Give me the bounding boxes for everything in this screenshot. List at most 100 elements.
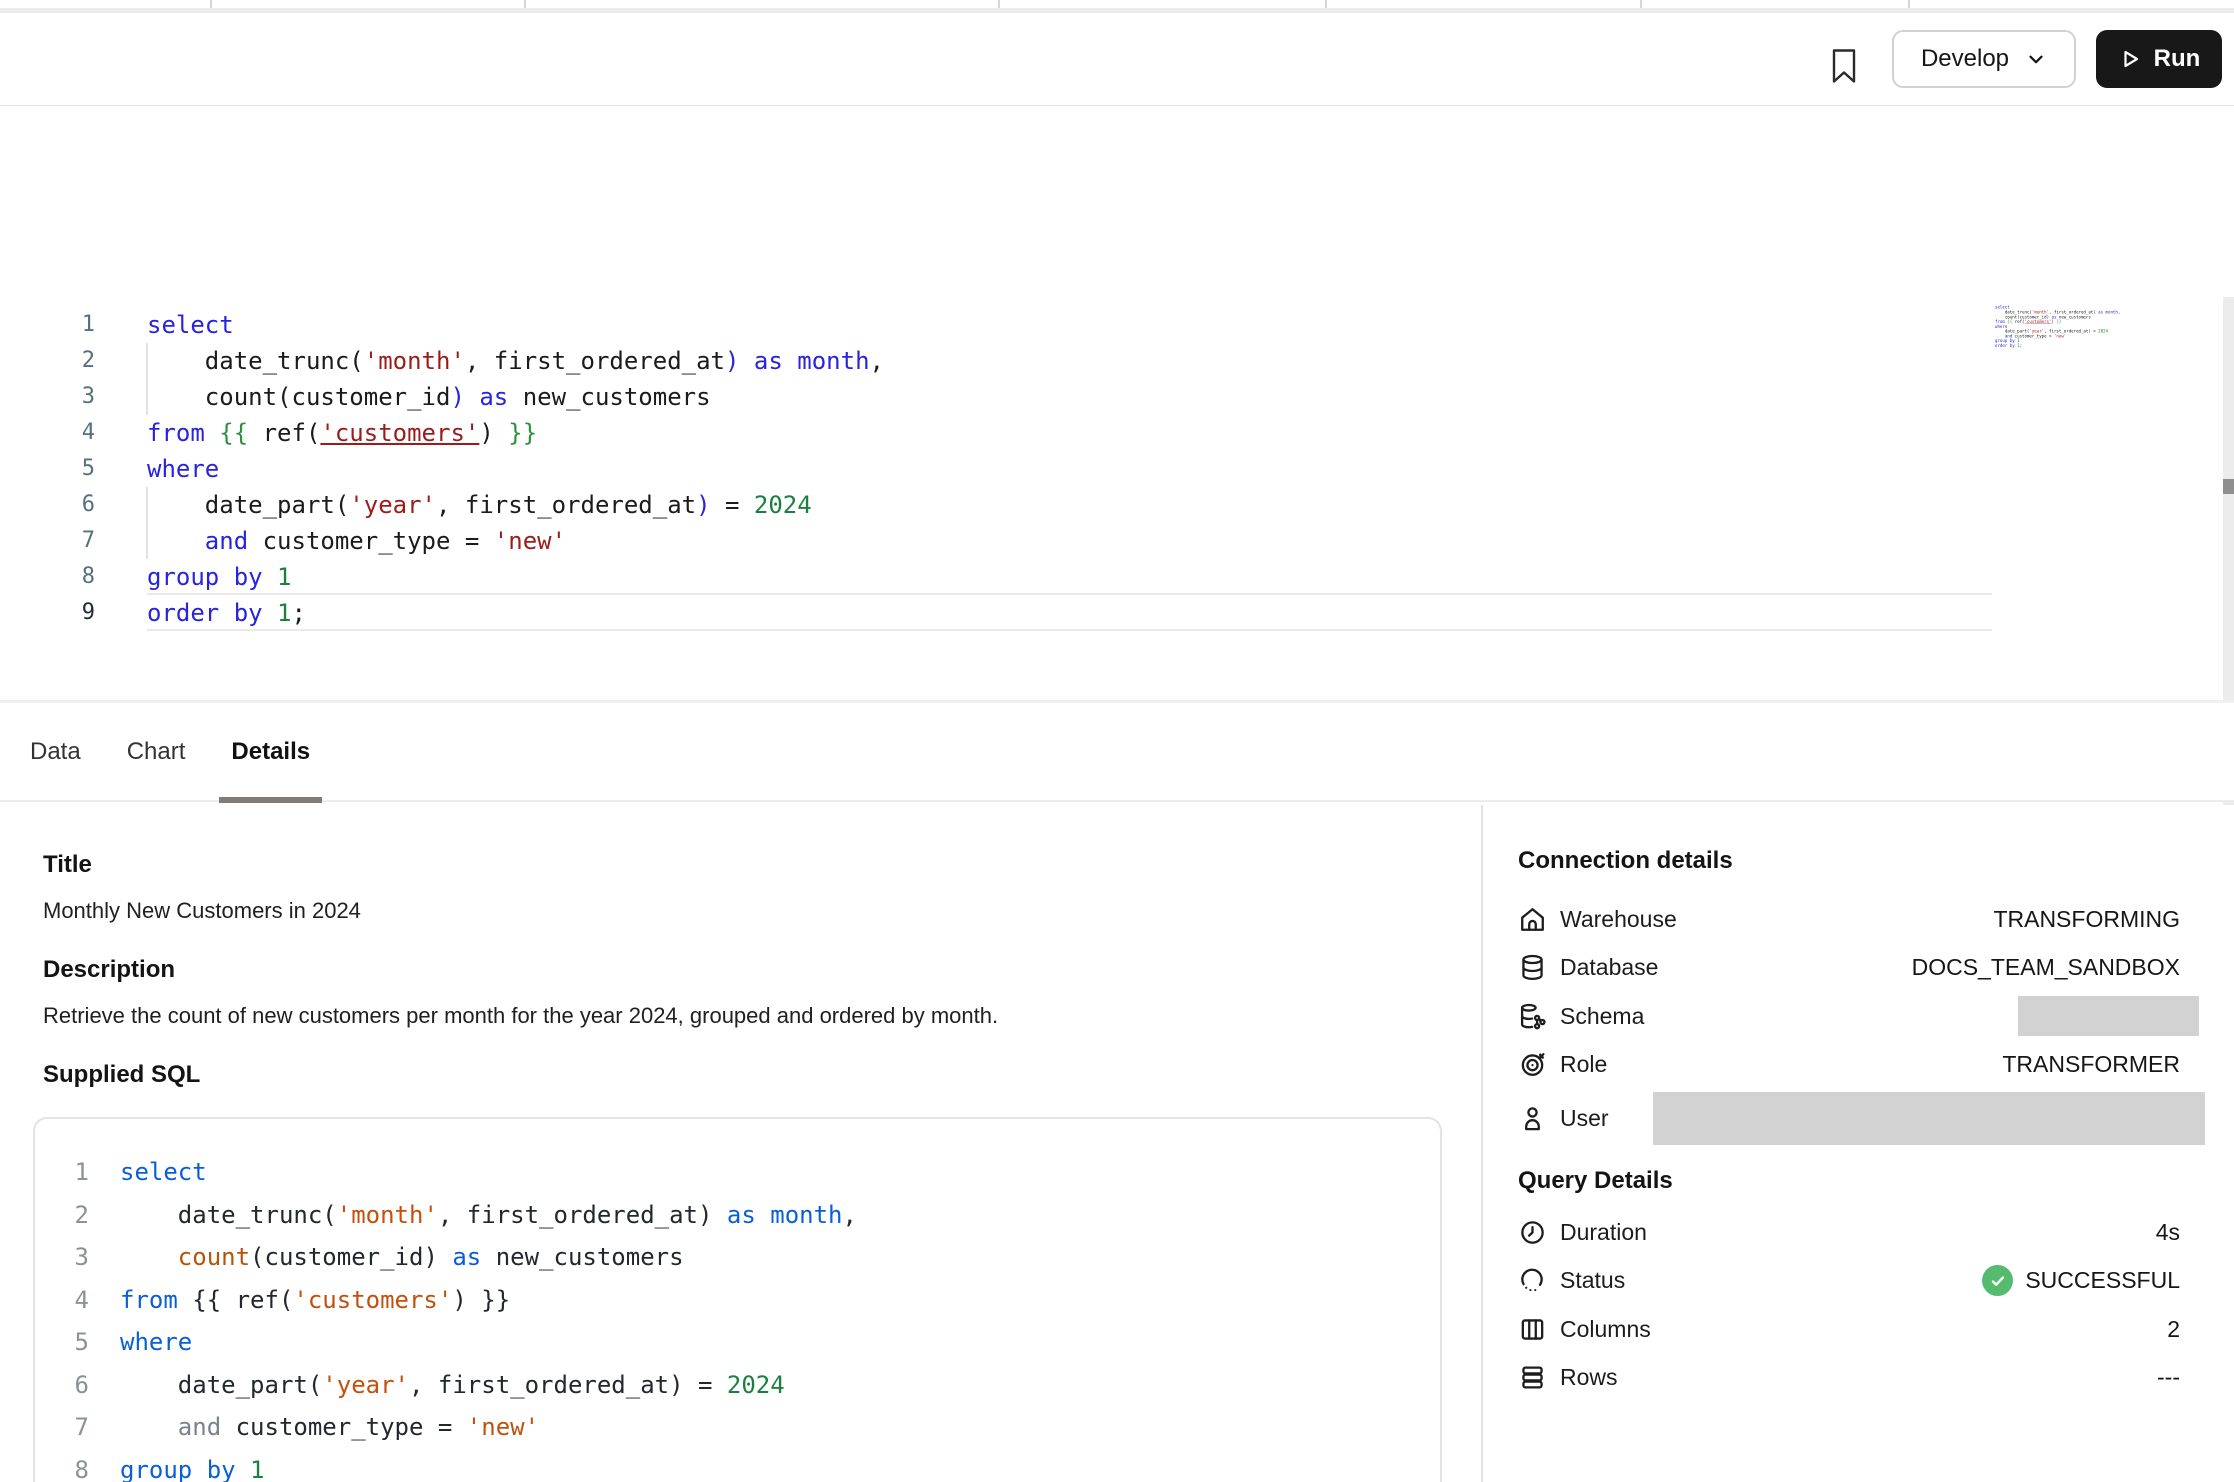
query-detail-row: Duration 4s (1518, 1208, 2180, 1257)
code-token: and (205, 527, 248, 555)
description-value: Retrieve the count of new customers per … (43, 1003, 998, 1029)
redacted-value (2018, 996, 2199, 1036)
editor-code: select date_trunc('month', first_ordered… (147, 307, 884, 631)
connection-details-heading: Connection details (1518, 847, 1733, 875)
line-number: 3 (40, 379, 95, 415)
code-token: count(customer_id (147, 383, 450, 411)
scrollbar-thumb[interactable] (2223, 479, 2234, 494)
line-number: 6 (57, 1364, 89, 1407)
code-line: count(customer_id) as new_customers (120, 1236, 857, 1279)
line-number: 1 (57, 1151, 89, 1194)
row-label: Rows (1560, 1364, 1618, 1391)
run-button[interactable]: Run (2096, 30, 2222, 88)
code-token: 'year' (349, 491, 436, 519)
row-value-text: 4s (2156, 1219, 2180, 1246)
code-line: count(customer_id) as new_customers (147, 379, 884, 415)
code-line: date_part('year', first_ordered_at) = 20… (147, 487, 884, 523)
code-line: date_trunc('month', first_ordered_at) as… (120, 1194, 857, 1237)
code-token: 2024 (2098, 329, 2108, 334)
line-number: 6 (40, 487, 95, 523)
sql-editor[interactable]: 123456789 select date_trunc('month', fir… (0, 107, 2234, 703)
query-details-rows: Duration 4s StatusSUCCESSFUL Columns 2 Rows --… (1518, 1208, 2180, 1402)
develop-menu-button[interactable]: Develop (1892, 30, 2076, 88)
code-token: order by (147, 599, 263, 627)
code-token: ) (479, 419, 508, 447)
code-token: }} (508, 419, 537, 447)
code-token (263, 599, 277, 627)
code-token: 'new' (2054, 334, 2066, 339)
code-token: ref( (248, 419, 320, 447)
connection-row: WarehouseTRANSFORMING (1518, 895, 2180, 944)
code-token: group by (147, 563, 263, 591)
line-number: 9 (40, 595, 95, 631)
line-number: 4 (40, 415, 95, 451)
minimap-code: select date_trunc('month', first_ordered… (1995, 305, 2017, 348)
code-line: order by 1; (147, 595, 884, 631)
code-line: date_trunc('month', first_ordered_at) as… (147, 343, 884, 379)
row-value-text: --- (2157, 1364, 2180, 1391)
success-check-icon (1982, 1265, 2013, 1296)
code-token: ; (292, 599, 306, 627)
row-label: Duration (1560, 1219, 1647, 1246)
code-token: new_customers (2056, 315, 2090, 320)
editor-minimap[interactable]: select date_trunc('month', first_ordered… (1995, 305, 2127, 353)
code-line: from {{ ref('customers') }} (147, 415, 884, 451)
status-icon (1518, 1266, 1550, 1296)
redacted-value (1653, 1092, 2205, 1145)
code-line: from {{ ref('customers') }} (120, 1279, 857, 1322)
code-token: {{ ref( (178, 1286, 294, 1314)
row-value: SUCCESSFUL (1982, 1265, 2180, 1296)
app-window: Develop Run Query completed in 4s Enviro… (0, 0, 2234, 1482)
result-tabs: Data Chart Details (0, 703, 2234, 802)
code-token: (customer_id) (250, 1243, 452, 1271)
row-value: 4s (2156, 1219, 2180, 1246)
code-token: 2024 (754, 491, 812, 519)
code-token: , (870, 347, 884, 375)
code-token: from (147, 419, 205, 447)
code-token: as (754, 347, 783, 375)
supplied-sql-gutter: 12345678 (57, 1151, 89, 1482)
connection-details-rows: WarehouseTRANSFORMING Database DOCS_TEAM_S… (1518, 895, 2180, 1147)
line-number: 5 (40, 451, 95, 487)
line-number: 3 (57, 1236, 89, 1279)
code-token: customer_type = (248, 527, 494, 555)
line-number: 4 (57, 1279, 89, 1322)
row-label: Database (1560, 954, 1658, 981)
tab-chart[interactable]: Chart (127, 702, 186, 801)
code-token (120, 1413, 178, 1441)
code-token: 'customers' (293, 1286, 452, 1314)
row-value: DOCS_TEAM_SANDBOX (1912, 954, 2180, 981)
tab-data[interactable]: Data (30, 702, 81, 801)
code-token: = (2091, 329, 2098, 334)
query-detail-row: StatusSUCCESSFUL (1518, 1257, 2180, 1306)
row-value-text: SUCCESSFUL (2025, 1267, 2180, 1294)
line-number: 8 (40, 559, 95, 595)
tab-divider (210, 0, 212, 8)
duration-icon (1518, 1217, 1550, 1247)
code-token (465, 383, 479, 411)
code-token: select (147, 311, 234, 339)
row-value-text: TRANSFORMING (1993, 906, 2180, 933)
play-icon (2118, 47, 2142, 71)
connection-row: Database DOCS_TEAM_SANDBOX (1518, 944, 2180, 993)
code-token: ) }} (452, 1286, 510, 1314)
code-token: date_part( (147, 491, 349, 519)
user-icon (1518, 1103, 1550, 1133)
chevron-down-icon (2025, 48, 2047, 70)
code-token: ) (696, 491, 710, 519)
code-token: , first_ordered_at) (438, 1201, 727, 1229)
tab-divider (1640, 0, 1642, 8)
code-token: count (178, 1243, 250, 1271)
row-label: Columns (1560, 1316, 1651, 1343)
row-value: 2 (2167, 1316, 2180, 1343)
supplied-sql-code: select date_trunc('month', first_ordered… (120, 1151, 857, 1482)
details-side-panel: Connection details WarehouseTRANSFORMING… (1481, 805, 2234, 1482)
tab-details[interactable]: Details (231, 702, 310, 801)
code-line: and customer_type = 'new' (120, 1406, 857, 1449)
supplied-sql-block: 12345678 select date_trunc('month', firs… (33, 1117, 1442, 1482)
line-number: 8 (57, 1449, 89, 1482)
row-label: Role (1560, 1051, 1607, 1078)
code-token: from (120, 1286, 178, 1314)
bookmark-button[interactable] (1827, 41, 1871, 91)
code-token: , first_ordered_at (465, 347, 725, 375)
